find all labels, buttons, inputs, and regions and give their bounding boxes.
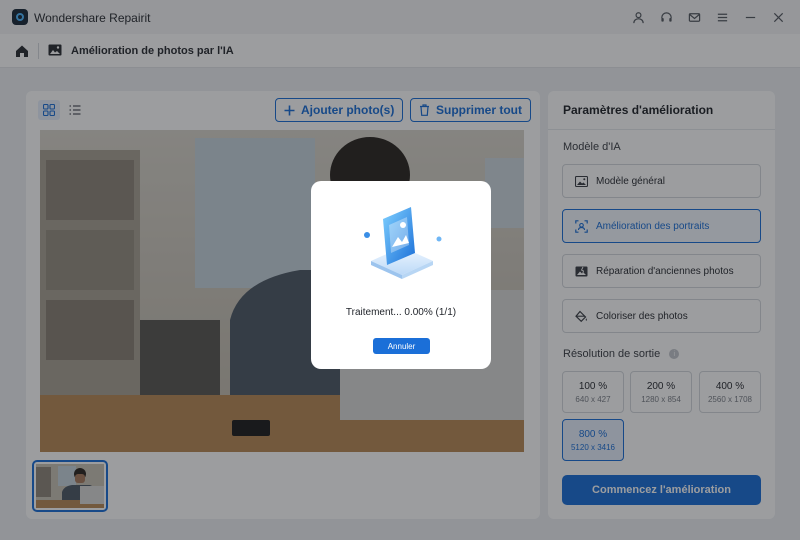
cancel-button[interactable]: Annuler: [373, 338, 430, 354]
processing-dialog: Traitement... 0.00% (1/1) Annuler: [311, 181, 491, 369]
processing-illustration: [359, 195, 445, 281]
processing-status: Traitement... 0.00% (1/1): [345, 307, 457, 318]
